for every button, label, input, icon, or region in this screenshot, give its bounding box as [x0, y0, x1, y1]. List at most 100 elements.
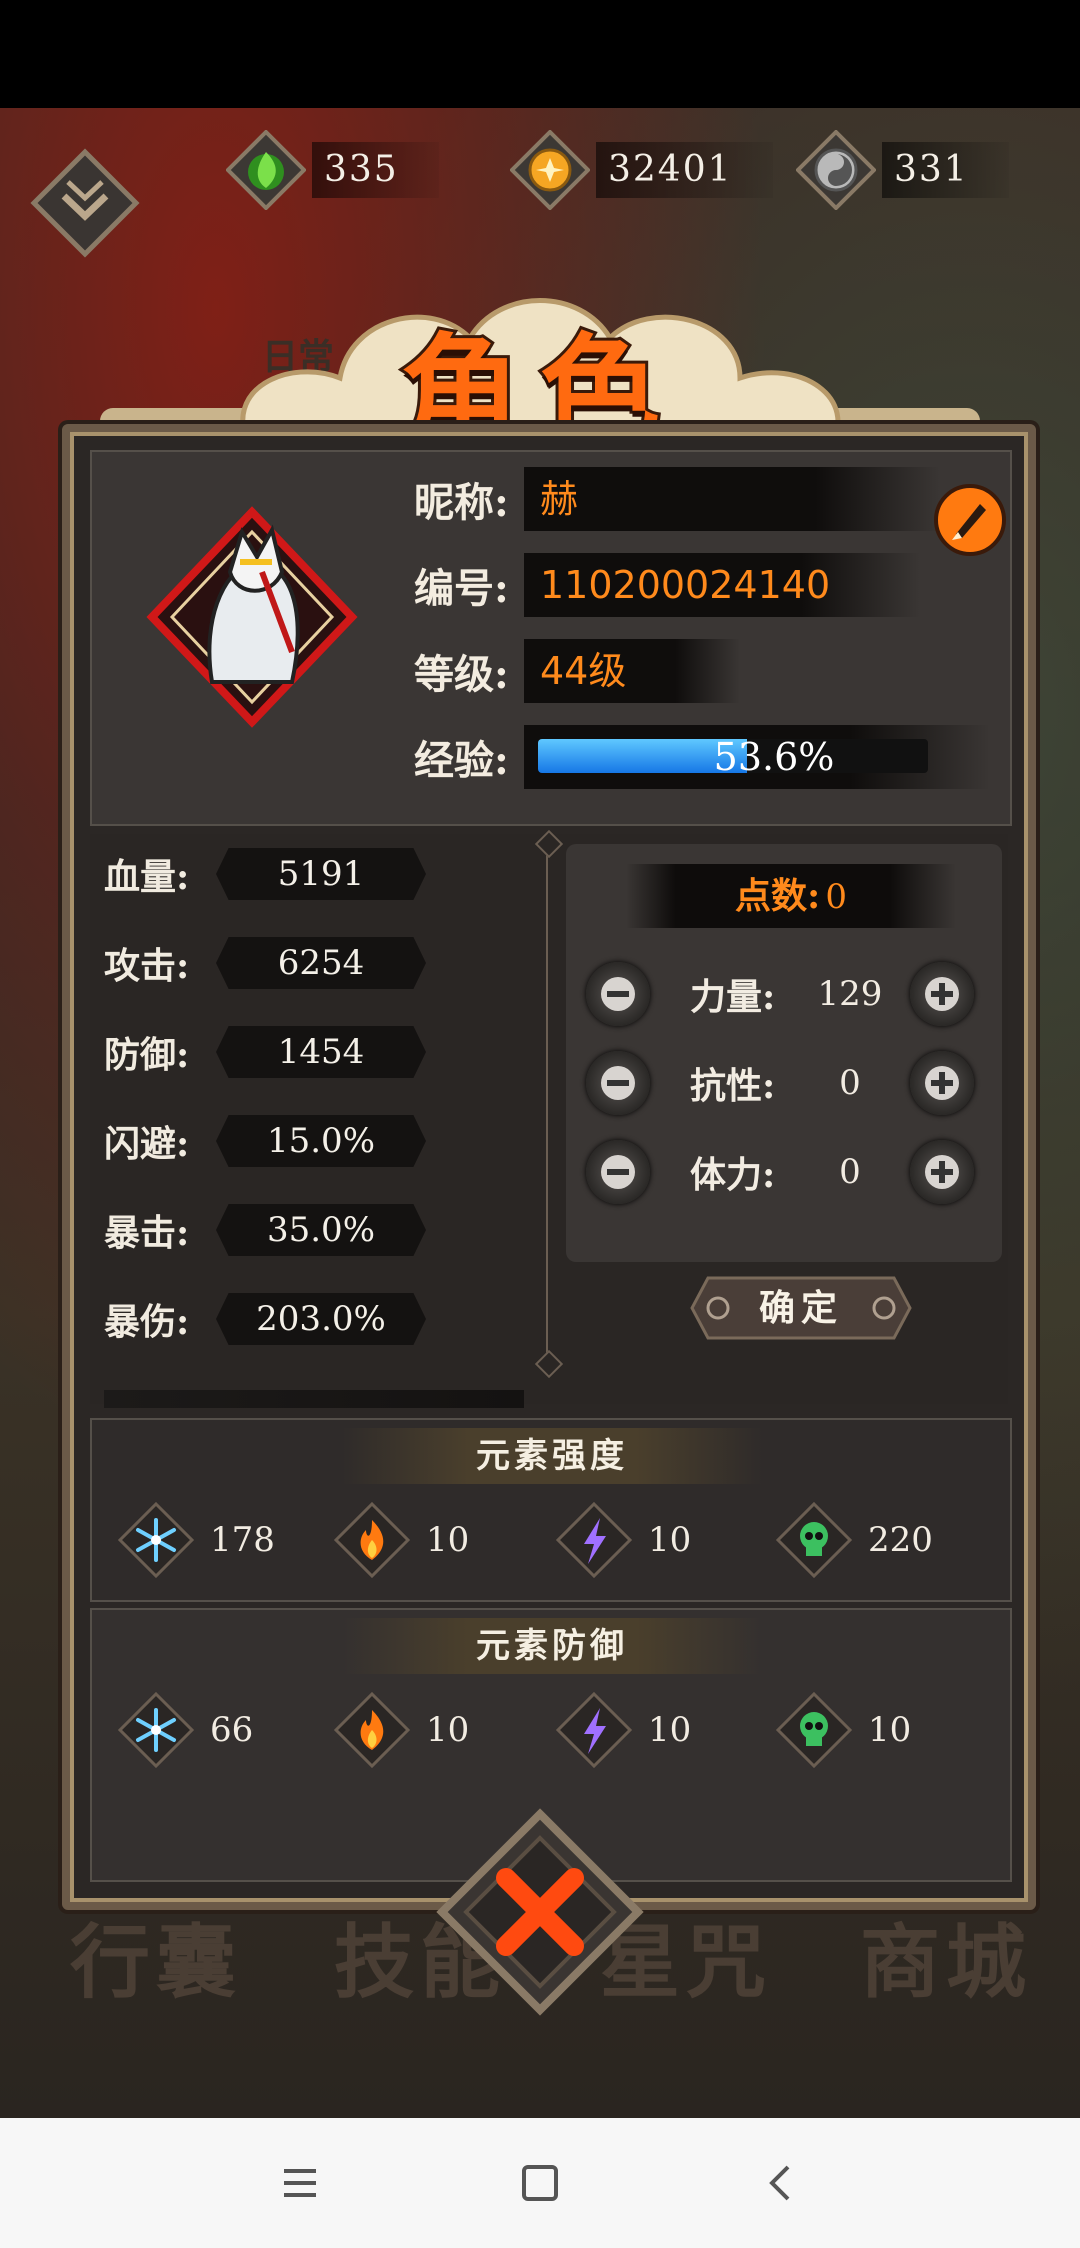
attribute-row: 抗性: 0 [586, 1043, 986, 1123]
ice-icon [117, 1691, 195, 1769]
exp-bar-container: 53.6% [524, 725, 990, 789]
element-stat: 10 [554, 1500, 691, 1580]
attribute-row: 体力: 0 [586, 1132, 986, 1212]
stat-row: 暴伤: 203.0% [104, 1289, 426, 1349]
decrease-icon[interactable] [586, 1140, 650, 1204]
resource-jade: 335 [226, 130, 439, 210]
avatar [146, 506, 358, 728]
element-stat: 178 [116, 1500, 275, 1580]
back-icon[interactable] [750, 2153, 810, 2213]
id-row: 编号: 110200024140 [414, 550, 920, 620]
lightning-icon [555, 1501, 633, 1579]
element-value: 10 [426, 1520, 470, 1560]
level-label: 等级: [414, 651, 509, 698]
attribute-label: 力量: [690, 976, 776, 1018]
menu-icon[interactable] [270, 2153, 330, 2213]
attribute-label: 体力: [690, 1154, 776, 1196]
silver-count: 331 [882, 142, 1009, 198]
silver-coin-icon [796, 130, 876, 210]
attribute-value: 0 [839, 1152, 861, 1192]
element-defense-title: 元素防御 [342, 1618, 762, 1674]
system-nav-bar [0, 2118, 1080, 2248]
stat-label: 暴伤: [104, 1301, 190, 1343]
attribute-value: 129 [817, 974, 883, 1014]
jade-count: 335 [312, 142, 439, 198]
stat-value: 15.0% [216, 1115, 426, 1167]
profile-section: 昵称: 赫 编号: 110200024140 等级: 44级 经验: 53.6% [90, 450, 1012, 826]
collapse-menu-icon[interactable] [30, 148, 140, 258]
nickname-value: 赫 [524, 467, 940, 531]
element-stat: 10 [554, 1690, 691, 1770]
element-value: 10 [648, 1710, 692, 1750]
shop-tab: 商城 [860, 1915, 1032, 2009]
nickname-label: 昵称: [414, 479, 509, 526]
stat-row: 闪避: 15.0% [104, 1111, 426, 1171]
gold-coin-icon [510, 130, 590, 210]
poison-skull-icon [775, 1691, 853, 1769]
level-row: 等级: 44级 [414, 636, 740, 706]
game-screen: 335 32401 331 日常 角色 昵称: 赫 编号: 1102000241… [0, 108, 1080, 2118]
nickname-row: 昵称: 赫 [414, 464, 940, 534]
edit-name-icon[interactable] [932, 482, 1008, 558]
confirm-label: 确定 [758, 1287, 843, 1329]
attribute-label: 抗性: [690, 1065, 776, 1107]
stat-label: 攻击: [104, 945, 190, 987]
increase-icon[interactable] [910, 962, 974, 1026]
attribute-row: 力量: 129 [586, 954, 986, 1034]
close-icon[interactable] [436, 1808, 644, 2016]
exp-percent: 53.6% [713, 735, 835, 779]
fire-icon [333, 1691, 411, 1769]
bag-tab: 行囊 [70, 1915, 242, 2009]
stat-row: 暴击: 35.0% [104, 1200, 426, 1260]
attribute-value: 0 [839, 1063, 861, 1103]
stat-label: 闪避: [104, 1123, 190, 1165]
fire-icon [333, 1501, 411, 1579]
element-value: 10 [868, 1710, 912, 1750]
decrease-icon[interactable] [586, 962, 650, 1026]
stat-row: 血量: 5191 [104, 844, 426, 904]
element-stat: 220 [774, 1500, 933, 1580]
element-value: 178 [210, 1520, 275, 1560]
confirm-button[interactable]: 确定 [688, 1270, 914, 1346]
id-value: 110200024140 [524, 553, 920, 617]
stat-row: 攻击: 6254 [104, 933, 426, 993]
level-value: 44级 [524, 639, 740, 703]
resource-gold: 32401 [510, 130, 773, 210]
exp-label: 经验: [414, 737, 509, 784]
stat-value: 6254 [216, 937, 426, 989]
stat-row: 防御: 1454 [104, 1022, 426, 1082]
element-stat: 10 [332, 1500, 469, 1580]
element-value: 66 [210, 1710, 254, 1750]
stats-list-overflow [104, 1384, 544, 1408]
stat-value: 5191 [216, 848, 426, 900]
element-value: 220 [868, 1520, 933, 1560]
home-icon[interactable] [510, 2153, 570, 2213]
element-stat: 66 [116, 1690, 253, 1770]
gold-count: 32401 [596, 142, 773, 198]
green-flame-icon [226, 130, 306, 210]
element-value: 10 [426, 1710, 470, 1750]
stat-value: 1454 [216, 1026, 426, 1078]
status-bar [0, 0, 1080, 108]
stat-value: 35.0% [216, 1204, 426, 1256]
stats-scrollbar[interactable] [546, 844, 548, 1364]
scrollbar-bottom-cap [534, 1349, 564, 1379]
points-header: 点数: 0 [626, 864, 956, 928]
exp-row: 经验: 53.6% [414, 722, 990, 792]
stat-label: 暴击: [104, 1212, 190, 1254]
increase-icon[interactable] [910, 1140, 974, 1204]
id-label: 编号: [414, 565, 509, 612]
element-strength-section: 元素强度 178 10 10 220 [90, 1418, 1012, 1602]
ice-icon [117, 1501, 195, 1579]
poison-skull-icon [775, 1501, 853, 1579]
element-stat: 10 [774, 1690, 911, 1770]
points-label: 点数: [734, 875, 821, 917]
increase-icon[interactable] [910, 1051, 974, 1115]
decrease-icon[interactable] [586, 1051, 650, 1115]
stat-label: 血量: [104, 856, 190, 898]
scrollbar-top-cap [534, 829, 564, 859]
attribute-points-box: 点数: 0 力量: 129 抗性: 0 体力: 0 [566, 844, 1002, 1262]
lightning-icon [555, 1691, 633, 1769]
stat-label: 防御: [104, 1034, 190, 1076]
stats-section: 血量: 5191 攻击: 6254 防御: 1454 闪避: 15.0% 暴击: 35.0% 暴伤:… [90, 829, 1008, 1408]
